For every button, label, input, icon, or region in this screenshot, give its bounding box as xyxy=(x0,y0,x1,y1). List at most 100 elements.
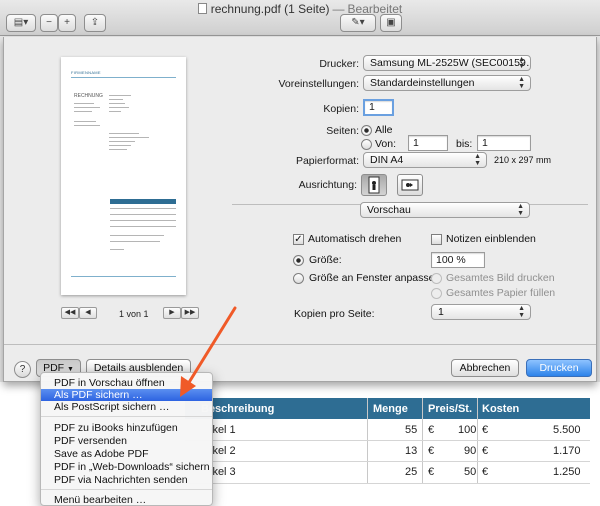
fill-paper-radio[interactable] xyxy=(431,288,442,299)
menu-item-mail-pdf[interactable]: PDF versenden xyxy=(41,435,212,447)
sidebar-icon: ▤▾ xyxy=(13,17,29,28)
share-button[interactable]: ⇪ xyxy=(84,14,106,32)
share-icon: ⇪ xyxy=(90,17,100,28)
printer-select[interactable]: Samsung ML-2525W (SEC00159… ▲ ▼ xyxy=(363,55,531,71)
pages-from-label: Von: xyxy=(375,138,397,150)
help-button[interactable]: ? xyxy=(14,361,31,378)
preview-table-row xyxy=(110,226,176,227)
annotate-button[interactable]: ✎▾ xyxy=(340,14,376,32)
preview-text-line xyxy=(74,103,94,104)
portrait-button[interactable] xyxy=(361,174,387,196)
previous-page-icon: ◀ xyxy=(85,309,91,316)
pages-to-label: bis: xyxy=(456,138,473,150)
print-dialog-sheet: FIRMENNAME RECHNUNG ◀◀ ◀ 1 von 1 ▶ ▶▶ Dr… xyxy=(3,37,597,382)
auto-rotate-checkbox[interactable]: ✓ xyxy=(293,234,304,245)
popup-arrows-icon: ▲ ▼ xyxy=(474,153,481,167)
preview-text-line xyxy=(109,133,139,134)
fill-paper-label: Gesamtes Papier füllen xyxy=(446,287,556,299)
preview-text-line xyxy=(74,107,100,108)
preview-text-line xyxy=(109,141,135,142)
show-notes-checkbox[interactable] xyxy=(431,234,442,245)
scale-radio[interactable] xyxy=(293,255,304,266)
popup-arrows-icon: ▲ ▼ xyxy=(517,203,524,217)
preview-header-rule xyxy=(71,77,176,78)
invoice-row-1-cur: € xyxy=(428,424,435,436)
cancel-button[interactable]: Abbrechen xyxy=(451,359,519,377)
pages-from-field[interactable]: 1 xyxy=(408,135,448,151)
preview-text-line xyxy=(110,249,124,250)
menu-item-save-as-adobe-pdf[interactable]: Save as Adobe PDF xyxy=(41,448,212,460)
popup-arrows-icon: ▲ ▼ xyxy=(518,76,525,90)
preview-table-row xyxy=(110,220,176,221)
menu-item-save-as-postscript[interactable]: Als PostScript sichern … xyxy=(41,401,212,413)
menu-item-edit-menu[interactable]: Menü bearbeiten … xyxy=(41,494,212,506)
sidebar-toggle-button[interactable]: ▤▾ xyxy=(6,14,36,32)
print-entire-image-radio[interactable] xyxy=(431,273,442,284)
invoice-row-2-desc: ikel 2 xyxy=(210,445,236,457)
pages-to-field[interactable]: 1 xyxy=(477,135,531,151)
toolbox-icon: ▣ xyxy=(386,17,396,28)
preview-table-row xyxy=(110,214,176,215)
fit-to-paper-radio[interactable] xyxy=(293,273,304,284)
invoice-row-divider xyxy=(185,483,590,484)
landscape-button[interactable] xyxy=(397,174,423,196)
menu-item-save-as-pdf[interactable]: Als PDF sichern … xyxy=(41,389,212,401)
pages-all-label: Alle xyxy=(375,124,393,136)
toolbox-button[interactable]: ▣ xyxy=(380,14,402,32)
copies-field[interactable]: 1 xyxy=(363,99,394,116)
zoom-out-icon: − xyxy=(46,17,52,28)
print-button[interactable]: Drucken xyxy=(526,359,592,377)
scale-label: Größe: xyxy=(309,254,342,266)
invoice-row-3-qty: 25 xyxy=(405,466,418,478)
popup-arrows-icon: ▲ ▼ xyxy=(518,56,525,70)
page-preview: FIRMENNAME RECHNUNG xyxy=(61,57,186,295)
zoom-out-button[interactable]: − xyxy=(40,14,58,32)
preview-text-line xyxy=(74,125,100,126)
footer-divider xyxy=(4,344,596,345)
invoice-row-2-cur: € xyxy=(428,445,435,457)
invoice-row-1-price: 100 xyxy=(458,424,477,436)
orientation-label: Ausrichtung: xyxy=(298,179,357,191)
last-page-button[interactable]: ▶▶ xyxy=(181,307,199,319)
auto-rotate-label: Automatisch drehen xyxy=(308,233,402,245)
preview-heading: RECHNUNG xyxy=(74,93,103,99)
preview-table-row xyxy=(110,208,176,209)
next-page-icon: ▶ xyxy=(169,309,175,316)
invoice-row-1-cur2: € xyxy=(482,424,489,436)
fit-to-paper-label: Größe an Fenster anpasser xyxy=(309,272,438,284)
section-value: Vorschau xyxy=(367,204,411,216)
menu-item-open-in-preview[interactable]: PDF in Vorschau öffnen xyxy=(41,377,212,389)
popup-arrows-icon: ▲ ▼ xyxy=(518,305,525,319)
pdf-dropdown-menu: PDF in Vorschau öffnen Als PDF sichern …… xyxy=(40,372,213,506)
landscape-icon xyxy=(401,179,419,191)
window-title-name: rechnung.pdf (1 Seite) xyxy=(210,2,330,16)
invoice-col-price: Preis/St. xyxy=(428,403,473,415)
preview-text-line xyxy=(109,95,131,96)
invoice-row-3-price: 50 xyxy=(464,466,477,478)
print-entire-image-label: Gesamtes Bild drucken xyxy=(446,272,555,284)
next-page-button[interactable]: ▶ xyxy=(163,307,181,319)
section-select[interactable]: Vorschau ▲ ▼ xyxy=(360,202,530,218)
paper-size-value: DIN A4 xyxy=(370,154,404,166)
pages-per-sheet-select[interactable]: 1 ▲ ▼ xyxy=(431,304,531,320)
paper-size-select[interactable]: DIN A4 ▲ ▼ xyxy=(363,152,487,168)
pages-range-radio[interactable] xyxy=(361,139,372,150)
presets-select[interactable]: Standardeinstellungen ▲ ▼ xyxy=(363,75,531,91)
menu-item-add-to-ibooks[interactable]: PDF zu iBooks hinzufügen xyxy=(41,422,212,434)
zoom-in-icon: + xyxy=(64,17,70,28)
pages-per-sheet-label: Kopien pro Seite: xyxy=(294,308,375,320)
menu-item-save-to-web-downloads[interactable]: PDF in „Web-Downloads“ sichern xyxy=(41,461,212,473)
previous-page-button[interactable]: ◀ xyxy=(79,307,97,319)
zoom-in-button[interactable]: + xyxy=(58,14,76,32)
preview-text-line xyxy=(109,99,123,100)
copies-label: Kopien: xyxy=(323,103,359,115)
pages-all-radio[interactable] xyxy=(361,125,372,136)
preview-text-line xyxy=(109,107,129,108)
show-notes-label: Notizen einblenden xyxy=(446,233,536,245)
invoice-row-3-cost: 1.250 xyxy=(553,466,581,478)
first-page-button[interactable]: ◀◀ xyxy=(61,307,79,319)
page-count-label: 1 von 1 xyxy=(119,309,149,319)
presets-value: Standardeinstellungen xyxy=(370,77,475,89)
scale-field[interactable]: 100 % xyxy=(431,252,485,268)
menu-item-send-via-messages[interactable]: PDF via Nachrichten senden xyxy=(41,474,212,486)
